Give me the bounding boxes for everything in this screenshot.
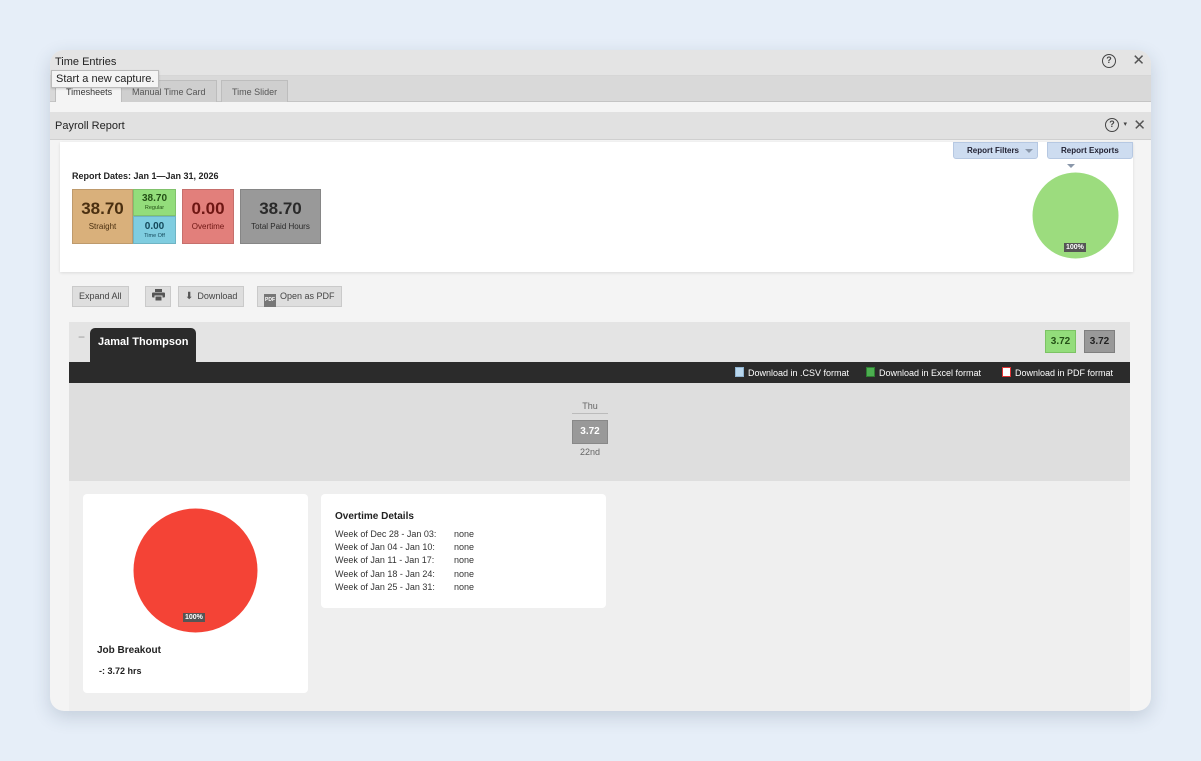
tooltip: Start a new capture.: [51, 70, 160, 88]
overtime-week-value: none: [454, 555, 475, 565]
overtime-week-value: none: [454, 529, 475, 539]
total-paid-hours-tile: 38.70 Total Paid Hours: [240, 189, 321, 244]
overtime-week-value: none: [454, 569, 475, 579]
overtime-week-row: Week of Jan 04 - Jan 10: none: [335, 542, 474, 552]
help-icon[interactable]: ?: [1102, 54, 1116, 68]
day-date: 22nd: [579, 447, 601, 457]
csv-file-icon: [735, 367, 744, 377]
overtime-label: Overtime: [191, 222, 225, 231]
window-title: Time Entries: [55, 56, 117, 68]
overtime-week-row: Week of Jan 25 - Jan 31: none: [335, 582, 474, 592]
job-breakout-card: 100% Job Breakout -: 3.72 hrs: [83, 494, 308, 693]
overtime-week-label: Week of Jan 25 - Jan 31:: [335, 582, 435, 592]
download-button[interactable]: ⬇ Download: [178, 286, 245, 307]
print-button[interactable]: [145, 286, 171, 307]
straight-hours-tile: 38.70 Straight: [72, 189, 133, 244]
overtime-week-value: none: [454, 542, 475, 552]
overtime-value: 0.00: [191, 199, 225, 218]
window-titlebar: Time Entries ? ✕: [50, 50, 1151, 76]
chevron-down-icon: [1067, 163, 1075, 168]
payroll-report-header: Payroll Report ? ▾ ✕: [50, 112, 1151, 140]
download-pdf-link[interactable]: Download in PDF format: [1002, 367, 1113, 378]
overtime-week-row: Week of Jan 11 - Jan 17: none: [335, 555, 474, 565]
time-entries-window: Time Entries ? ✕ Start a new capture. Ti…: [50, 50, 1151, 711]
open-as-pdf-label: Open as PDF: [280, 291, 335, 301]
total-paid-label: Total Paid Hours: [251, 222, 310, 231]
employee-regular-hours-badge: 3.72: [1045, 330, 1076, 353]
straight-label: Straight: [88, 222, 117, 231]
pdf-file-icon: [1002, 367, 1011, 377]
employee-header: − Jamal Thompson 3.72 3.72: [69, 322, 1130, 363]
print-icon: [151, 289, 165, 302]
total-paid-value: 38.70: [259, 199, 302, 218]
time-off-hours-tile: 0.00 Time Off: [133, 216, 176, 244]
report-exports-button[interactable]: Report Exports: [1047, 142, 1133, 168]
download-pdf-label: Download in PDF format: [1015, 368, 1114, 378]
straight-value: 38.70: [81, 199, 124, 218]
overtime-week-label: Week of Jan 18 - Jan 24:: [335, 569, 435, 579]
employee-details: 100% Job Breakout -: 3.72 hrs Overtime D…: [69, 481, 1130, 711]
report-filters-button[interactable]: Report Filters: [953, 142, 1039, 159]
overtime-week-row: Week of Jan 18 - Jan 24: none: [335, 569, 474, 579]
export-bar: Download in .CSV format Download in Exce…: [69, 362, 1130, 383]
report-exports-label: Report Exports: [1061, 146, 1119, 155]
overtime-details-card: Overtime Details Week of Dec 28 - Jan 03…: [321, 494, 606, 608]
close-icon[interactable]: ✕: [1133, 117, 1146, 135]
report-filters-label: Report Filters: [967, 146, 1020, 155]
overtime-week-row: Week of Dec 28 - Jan 03: none: [335, 529, 474, 539]
chevron-down-icon[interactable]: ▾: [1123, 120, 1127, 128]
tab-time-slider[interactable]: Time Slider: [221, 80, 289, 102]
close-icon[interactable]: ✕: [1132, 52, 1145, 70]
overtime-hours-tile: 0.00 Overtime: [182, 189, 234, 244]
download-csv-link[interactable]: Download in .CSV format: [735, 367, 849, 378]
open-as-pdf-button[interactable]: PDF Open as PDF: [257, 286, 342, 307]
help-icon[interactable]: ?: [1105, 118, 1119, 132]
regular-value: 38.70: [141, 193, 168, 204]
job-breakout-value: -: 3.72 hrs: [99, 666, 142, 676]
day-hours-value[interactable]: 3.72: [572, 420, 608, 444]
download-excel-label: Download in Excel format: [879, 368, 982, 378]
pdf-icon: PDF: [264, 294, 276, 307]
overtime-week-label: Week of Jan 11 - Jan 17:: [335, 555, 435, 565]
download-icon: ⬇: [185, 291, 194, 302]
time-off-label: Time Off: [144, 233, 165, 239]
day-breakdown: Thu 3.72 22nd: [69, 383, 1130, 481]
time-off-value: 0.00: [144, 221, 165, 232]
regular-hours-tile: 38.70 Regular: [133, 189, 176, 216]
summary-card: Report Filters Report Exports Report Dat…: [60, 142, 1133, 272]
collapse-toggle[interactable]: −: [78, 330, 85, 344]
regular-label: Regular: [144, 205, 165, 211]
expand-all-label: Expand All: [79, 291, 122, 301]
summary-pie-label: 100%: [1064, 243, 1086, 252]
day-of-week: Thu: [572, 401, 608, 414]
employee-total-hours-badge: 3.72: [1084, 330, 1115, 353]
employee-name-tab[interactable]: Jamal Thompson: [90, 328, 197, 363]
excel-file-icon: [866, 367, 875, 377]
panel-title: Payroll Report: [55, 120, 125, 132]
job-breakout-pie-label: 100%: [183, 613, 205, 622]
report-dates: Report Dates: Jan 1—Jan 31, 2026: [72, 171, 219, 181]
tab-bar: Timesheets Manual Time Card Time Slider: [50, 76, 1151, 102]
chevron-down-icon: [1025, 148, 1034, 153]
download-label: Download: [197, 291, 238, 301]
job-breakout-title: Job Breakout: [97, 645, 161, 656]
expand-all-button[interactable]: Expand All: [72, 286, 129, 307]
overtime-week-value: none: [454, 582, 475, 592]
download-excel-link[interactable]: Download in Excel format: [866, 367, 981, 378]
overtime-week-label: Week of Dec 28 - Jan 03:: [335, 529, 437, 539]
download-csv-label: Download in .CSV format: [748, 368, 850, 378]
overtime-week-label: Week of Jan 04 - Jan 10:: [335, 542, 435, 552]
overtime-details-title: Overtime Details: [335, 511, 414, 522]
